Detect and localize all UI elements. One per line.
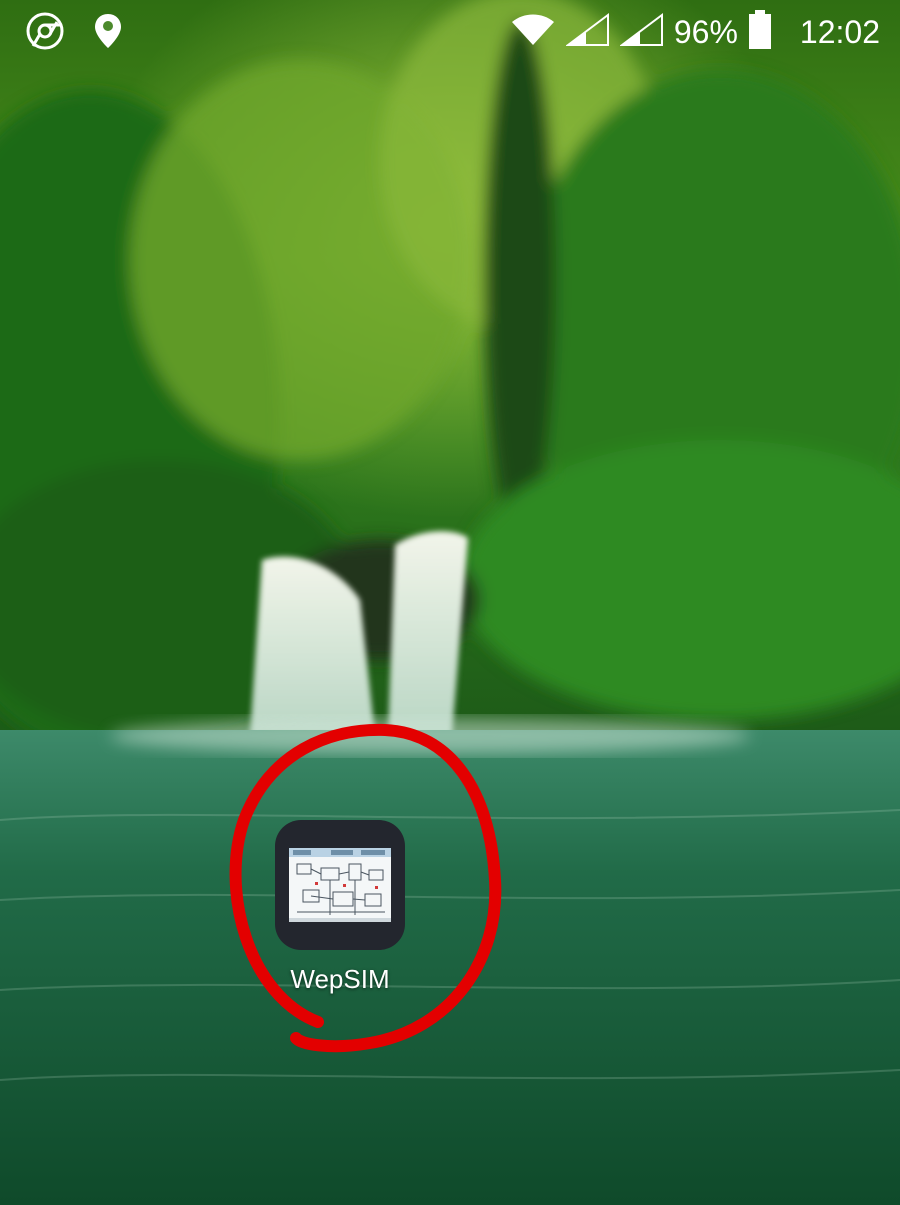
signal-icon bbox=[618, 13, 664, 52]
app-label[interactable]: WepSIM bbox=[265, 964, 415, 995]
status-bar-right: 96% 12:02 bbox=[510, 10, 880, 55]
wepsim-app-icon[interactable] bbox=[275, 820, 405, 950]
wallpaper bbox=[0, 0, 900, 1205]
clock: 12:02 bbox=[799, 14, 880, 50]
status-bar-left bbox=[26, 12, 122, 55]
location-pin-icon bbox=[94, 13, 122, 54]
battery-percent: 96% bbox=[673, 14, 738, 50]
chrome-icon bbox=[26, 12, 64, 55]
status-bar: 96% 12:02 bbox=[0, 0, 900, 66]
battery-icon bbox=[748, 10, 772, 55]
signal-icon bbox=[564, 13, 610, 52]
wifi-icon bbox=[510, 13, 556, 52]
